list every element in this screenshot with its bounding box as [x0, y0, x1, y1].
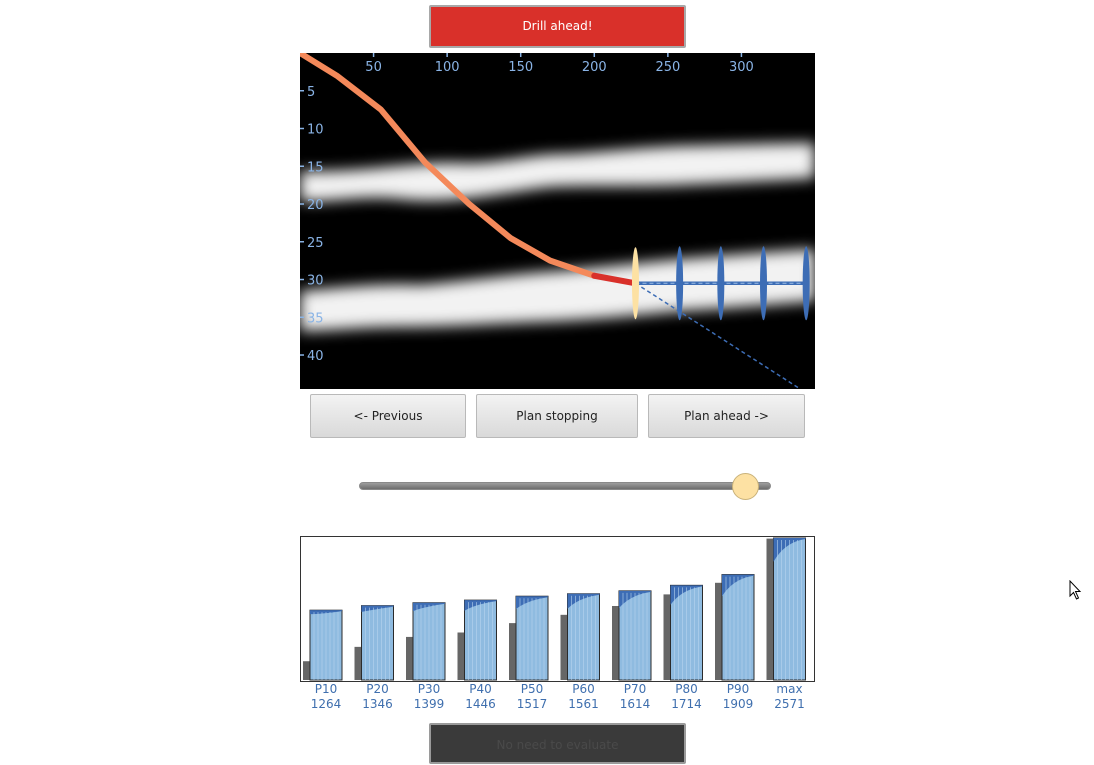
- evaluate-button[interactable]: No need to evaluate: [429, 723, 686, 764]
- percentile-value: 1614: [619, 697, 651, 711]
- percentile-label: P50 1517: [507, 682, 557, 712]
- y-tick-label: 10: [307, 123, 324, 138]
- y-tick-label: 5: [307, 85, 315, 100]
- percentile-label: P30 1399: [404, 682, 454, 712]
- percentile-value: 1561: [568, 697, 599, 711]
- percentile-label: P60 1561: [559, 682, 609, 712]
- percentile-name: P50: [520, 682, 544, 696]
- shadow-bar: [612, 605, 619, 680]
- shadow-bar: [509, 623, 516, 680]
- y-tick-label: 35: [307, 311, 324, 326]
- drill-ahead-button[interactable]: Drill ahead!: [429, 5, 686, 48]
- percentile-value: 1264: [310, 697, 342, 711]
- percentile-value: 1714: [671, 697, 702, 711]
- y-tick-label: 40: [307, 349, 324, 364]
- current-position-marker[interactable]: [631, 247, 639, 320]
- shadow-bar: [406, 636, 413, 680]
- percentile-label: P70 1614: [610, 682, 660, 712]
- x-tick-label: 200: [582, 60, 607, 75]
- plan-point[interactable]: [717, 246, 725, 321]
- previous-button[interactable]: <- Previous: [310, 394, 466, 438]
- percentile-label: P80 1714: [662, 682, 712, 712]
- x-tick-label: 150: [508, 60, 533, 75]
- percentile-value: 1517: [516, 697, 548, 711]
- percentile-name: P60: [572, 682, 595, 696]
- percentile-name: P80: [675, 682, 698, 696]
- percentile-name: P20: [366, 682, 389, 696]
- plan-stopping-button[interactable]: Plan stopping: [476, 394, 638, 438]
- percentile-label: P10 1264: [301, 682, 351, 712]
- percentile-name: P90: [726, 682, 750, 696]
- x-tick-label: 300: [729, 60, 754, 75]
- percentile-name: P40: [469, 682, 492, 696]
- percentile-label: P20 1346: [353, 682, 403, 712]
- percentile-value: 1399: [413, 697, 445, 711]
- plan-point[interactable]: [802, 246, 810, 321]
- shadow-bar: [715, 582, 722, 680]
- percentile-value: 1346: [362, 697, 393, 711]
- percentile-value: 1909: [722, 697, 754, 711]
- y-tick-label: 25: [307, 236, 324, 251]
- y-tick-label: 20: [307, 198, 324, 213]
- percentile-value: 1446: [465, 697, 496, 711]
- percentile-name: max: [776, 682, 803, 696]
- percentile-name: P70: [623, 682, 647, 696]
- y-tick-label: 30: [307, 274, 324, 289]
- shadow-bar: [663, 594, 671, 680]
- shadow-bar: [303, 661, 310, 680]
- shadow-bar: [560, 614, 568, 680]
- percentile-label: P90 1909: [713, 682, 763, 712]
- mouse-pointer-icon: [1069, 580, 1082, 600]
- percentile-name: P10: [314, 682, 338, 696]
- percentile-label: max 2571: [765, 682, 815, 712]
- shadow-bar: [457, 632, 465, 680]
- shadow-bar: [354, 646, 362, 680]
- slider-track[interactable]: [359, 482, 771, 490]
- x-tick-label: 250: [655, 60, 680, 75]
- plan-point[interactable]: [760, 246, 767, 321]
- x-tick-label: 100: [435, 60, 460, 75]
- slider-thumb[interactable]: [732, 473, 760, 500]
- percentile-label: P40 1446: [456, 682, 506, 712]
- percentile-value: 2571: [774, 697, 805, 711]
- plan-point[interactable]: [676, 246, 684, 321]
- percentile-name: P30: [417, 682, 441, 696]
- plan-ahead-button[interactable]: Plan ahead ->: [648, 394, 805, 438]
- x-tick-label: 50: [365, 60, 382, 75]
- histogram-chart: [300, 536, 815, 682]
- shadow-bar: [766, 538, 774, 680]
- y-tick-label: 15: [307, 160, 324, 175]
- well-path-view: 50 100 150 200 250 300 5 10 15 20 25 30 35 40: [300, 53, 815, 389]
